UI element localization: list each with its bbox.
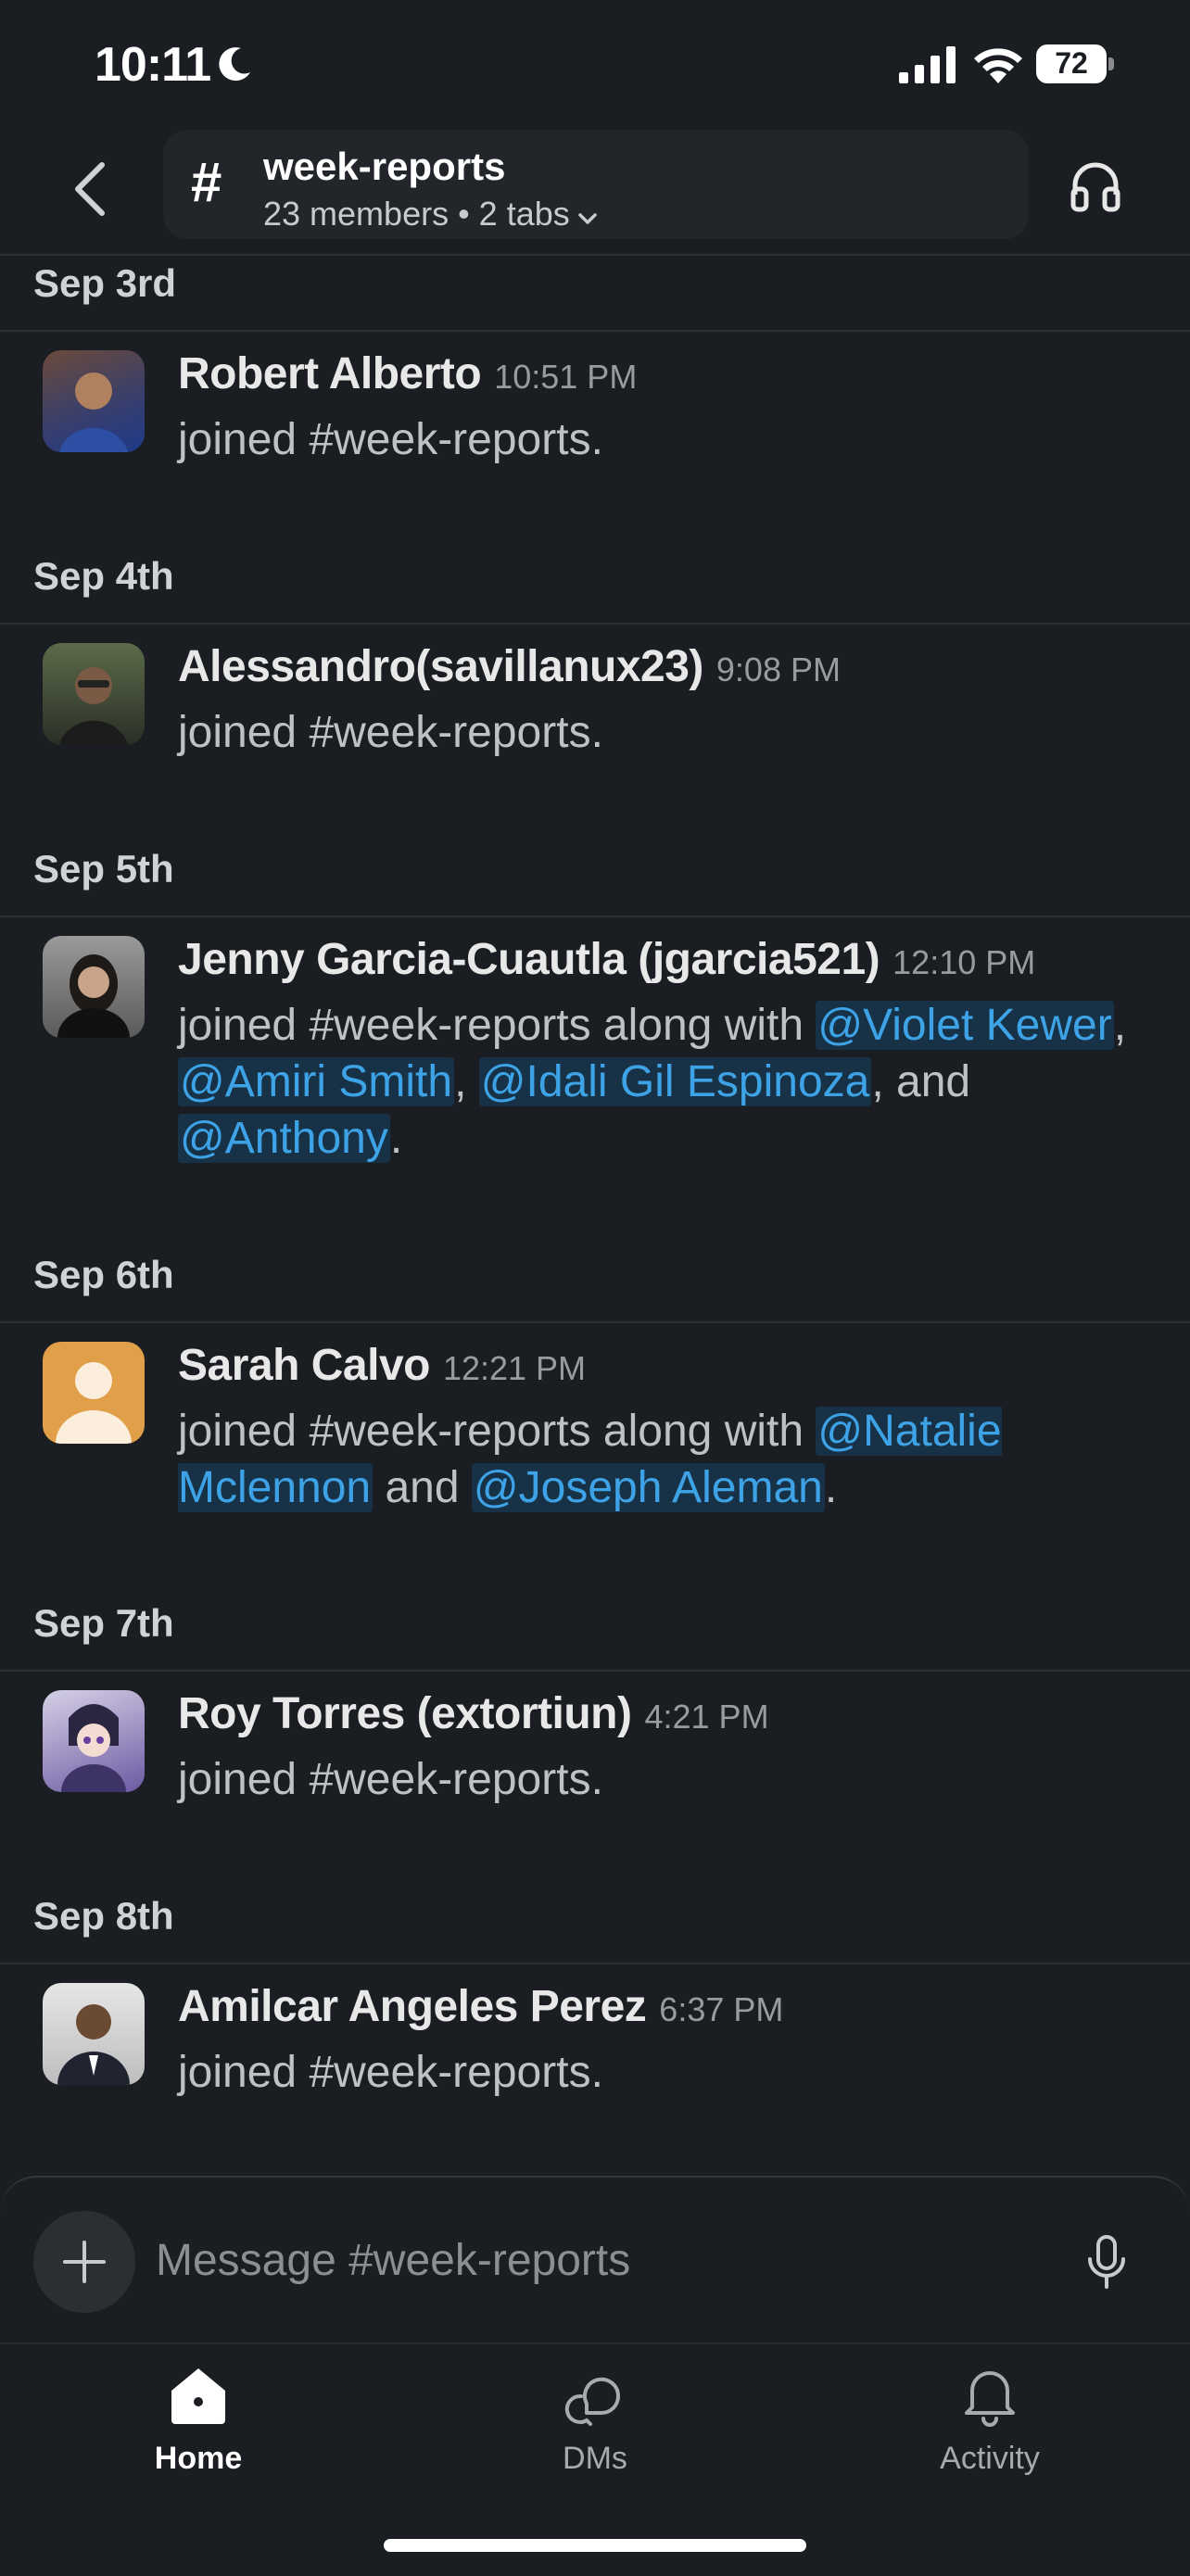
moon-icon [219, 47, 250, 82]
message-prefix: joined #week-reports along with [178, 1407, 817, 1456]
avatar[interactable] [43, 643, 145, 745]
date-divider: Sep 6th [0, 1247, 1190, 1323]
date-divider: Sep 7th [0, 1596, 1190, 1672]
headphones-icon[interactable] [1068, 158, 1123, 213]
avatar[interactable] [43, 350, 145, 452]
sender-name[interactable]: Alessandro(savillanux23) [178, 642, 703, 691]
battery-level: 72 [1055, 46, 1088, 80]
message-end: . [389, 1114, 403, 1163]
message-time: 6:37 PM [659, 1990, 784, 2028]
date-label: Sep 5th [33, 847, 174, 890]
bell-icon [965, 2371, 1015, 2427]
mention-link[interactable]: @Amiri Smith [178, 1057, 455, 1106]
mention-link[interactable]: @Idali Gil Espinoza [478, 1057, 872, 1106]
message-composer: Message #week-reports [0, 2176, 1190, 2344]
battery-indicator: 72 [1036, 44, 1114, 83]
avatar[interactable] [43, 1342, 145, 1444]
message-time: 10:51 PM [494, 358, 638, 396]
date-label: Sep 7th [33, 1601, 174, 1645]
status-bar: 10:11 72 [0, 0, 1190, 130]
sender-name[interactable]: Sarah Calvo [178, 1341, 430, 1390]
hash-icon: # [191, 151, 222, 213]
home-icon [171, 2368, 225, 2424]
message-header: Roy Torres (extortiun) 4:21 PM [178, 1688, 769, 1739]
message-text: joined #week-reports. [178, 2048, 603, 2097]
avatar[interactable] [43, 1983, 145, 2085]
tab-activity[interactable]: Activity [879, 2363, 1101, 2477]
message-time: 4:21 PM [644, 1698, 769, 1736]
message-end: . [824, 1463, 838, 1512]
message-text: joined #week-reports. [178, 708, 603, 757]
message-time: 12:21 PM [442, 1349, 587, 1387]
date-divider: Sep 8th [0, 1888, 1190, 1964]
channel-meta: 23 members • 2 tabs [263, 195, 598, 234]
message-input[interactable]: Message #week-reports [156, 2235, 630, 2286]
plus-icon [63, 2241, 106, 2283]
tab-dms[interactable]: DMs [484, 2363, 706, 2477]
avatar[interactable] [43, 1690, 145, 1792]
mention-link[interactable]: @Joseph Aleman [471, 1463, 825, 1512]
tab-label: Home [154, 2441, 243, 2476]
back-arrow-icon[interactable] [65, 156, 117, 222]
message-header: Amilcar Angeles Perez 6:37 PM [178, 1981, 783, 2032]
tab-label: Activity [940, 2441, 1040, 2476]
message-text: joined #week-reports along with @Natalie… [178, 1403, 1151, 1516]
date-label: Sep 3rd [33, 261, 177, 305]
separator: , and [871, 1057, 971, 1106]
tab-home[interactable]: Home [87, 2363, 310, 2477]
message-header: Robert Alberto 10:51 PM [178, 348, 637, 399]
message-text: joined #week-reports. [178, 1755, 603, 1804]
sender-name[interactable]: Amilcar Angeles Perez [178, 1982, 647, 2031]
separator: , [454, 1057, 479, 1106]
tab-label: DMs [563, 2441, 627, 2476]
avatar[interactable] [43, 936, 145, 1038]
mention-link[interactable]: @Anthony [178, 1114, 390, 1163]
message-header: Jenny Garcia-Cuautla (jgarcia521) 12:10 P… [178, 934, 1035, 985]
date-label: Sep 6th [33, 1253, 174, 1296]
channel-meta-text: 23 members • 2 tabs [263, 195, 570, 233]
date-divider: Sep 5th [0, 841, 1190, 917]
attach-button[interactable] [33, 2211, 135, 2313]
dms-icon [564, 2377, 621, 2426]
message-text: joined #week-reports along with @Violet … [178, 997, 1151, 1167]
sender-name[interactable]: Robert Alberto [178, 349, 482, 398]
sender-name[interactable]: Jenny Garcia-Cuautla (jgarcia521) [178, 935, 880, 984]
sender-name[interactable]: Roy Torres (extortiun) [178, 1689, 632, 1738]
message-header: Sarah Calvo 12:21 PM [178, 1340, 586, 1391]
message-header: Alessandro(savillanux23) 9:08 PM [178, 641, 841, 692]
date-divider: Sep 3rd [0, 256, 1190, 332]
date-divider: Sep 4th [0, 549, 1190, 625]
message-text: joined #week-reports. [178, 415, 603, 464]
channel-name: week-reports [263, 145, 506, 188]
date-label: Sep 8th [33, 1894, 174, 1938]
message-time: 9:08 PM [715, 650, 841, 688]
message-prefix: joined #week-reports along with [178, 1001, 817, 1050]
chevron-down-icon [578, 213, 597, 224]
home-indicator[interactable] [384, 2539, 806, 2552]
wifi-icon [974, 48, 1022, 83]
message-time: 12:10 PM [892, 943, 1036, 981]
channel-header: # week-reports 23 members • 2 tabs [0, 130, 1190, 256]
separator: and [373, 1463, 472, 1512]
channel-info-button[interactable]: # week-reports 23 members • 2 tabs [163, 130, 1029, 239]
microphone-icon[interactable] [1084, 2233, 1129, 2292]
mention-link[interactable]: @Violet Kewer [816, 1001, 1114, 1050]
date-label: Sep 4th [33, 554, 174, 598]
status-time: 10:11 [95, 38, 211, 92]
cellular-signal-icon [899, 46, 956, 83]
separator: , [1113, 1001, 1127, 1050]
